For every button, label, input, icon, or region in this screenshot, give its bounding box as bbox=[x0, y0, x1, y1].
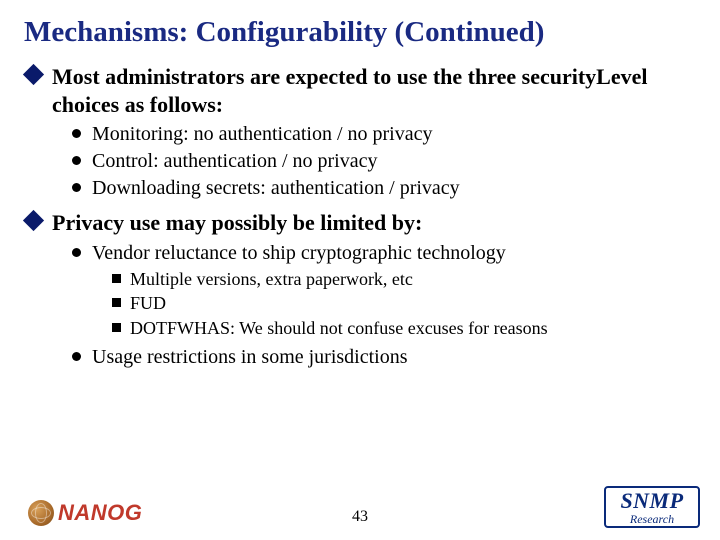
bullet-text: Most administrators are expected to use … bbox=[52, 64, 647, 117]
bullet-text: Multiple versions, extra paperwork, etc bbox=[130, 269, 413, 289]
bullet-level2: Vendor reluctance to ship cryptographic … bbox=[24, 241, 696, 266]
dot-icon bbox=[72, 156, 81, 165]
square-icon bbox=[112, 274, 121, 283]
bullet-text: Vendor reluctance to ship cryptographic … bbox=[92, 242, 506, 264]
square-icon bbox=[112, 298, 121, 307]
bullet-level3: FUD bbox=[24, 292, 696, 315]
dot-icon bbox=[72, 129, 81, 138]
slide: Mechanisms: Configurability (Continued) … bbox=[0, 0, 720, 540]
snmp-logo-sub: Research bbox=[606, 513, 698, 525]
bullet-level3: DOTFWHAS: We should not confuse excuses … bbox=[24, 317, 696, 340]
bullet-level2: Downloading secrets: authentication / pr… bbox=[24, 176, 696, 201]
bullet-text: Monitoring: no authentication / no priva… bbox=[92, 123, 433, 145]
slide-title: Mechanisms: Configurability (Continued) bbox=[24, 16, 696, 49]
dot-icon bbox=[72, 352, 81, 361]
snmp-logo-main: SNMP bbox=[606, 490, 698, 512]
bullet-text: Control: authentication / no privacy bbox=[92, 150, 378, 172]
bullet-text: Privacy use may possibly be limited by: bbox=[52, 210, 422, 235]
diamond-icon bbox=[23, 64, 44, 85]
bullet-level3: Multiple versions, extra paperwork, etc bbox=[24, 268, 696, 291]
dot-icon bbox=[72, 183, 81, 192]
square-icon bbox=[112, 323, 121, 332]
bullet-level1: Privacy use may possibly be limited by: bbox=[24, 209, 696, 237]
footer: NANOG 43 SNMP Research bbox=[0, 480, 720, 532]
bullet-text: Downloading secrets: authentication / pr… bbox=[92, 177, 460, 199]
dot-icon bbox=[72, 248, 81, 257]
bullet-text: DOTFWHAS: We should not confuse excuses … bbox=[130, 318, 548, 338]
bullet-text: Usage restrictions in some jurisdictions bbox=[92, 346, 408, 368]
bullet-level2: Control: authentication / no privacy bbox=[24, 149, 696, 174]
diamond-icon bbox=[23, 210, 44, 231]
snmp-logo: SNMP Research bbox=[604, 486, 700, 528]
bullet-text: FUD bbox=[130, 293, 166, 313]
slide-body: Most administrators are expected to use … bbox=[24, 63, 696, 370]
bullet-level2: Usage restrictions in some jurisdictions bbox=[24, 345, 696, 370]
bullet-level2: Monitoring: no authentication / no priva… bbox=[24, 122, 696, 147]
bullet-level1: Most administrators are expected to use … bbox=[24, 63, 696, 118]
